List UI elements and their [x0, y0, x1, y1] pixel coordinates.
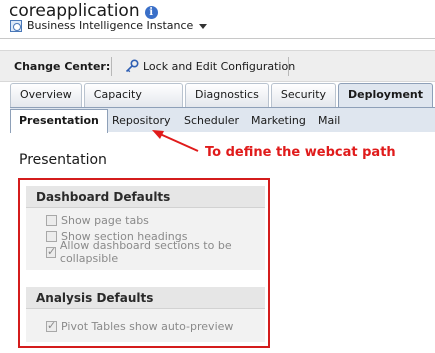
show-page-tabs-checkbox[interactable]: [46, 214, 57, 226]
annotation-text: To define the webcat path: [205, 145, 396, 160]
subtab-repository[interactable]: Repository: [112, 114, 171, 127]
option-show-page-tabs: Show page tabs: [46, 212, 265, 228]
change-center-bar: Change Center: Lock and Edit Configurati…: [0, 50, 435, 82]
lock-and-edit-link[interactable]: Lock and Edit Configuration: [143, 60, 295, 73]
tab-deployment[interactable]: Deployment: [338, 83, 433, 108]
instance-selector[interactable]: Business Intelligence Instance: [10, 19, 208, 32]
tab-diagnostics[interactable]: Diagnostics: [185, 83, 269, 107]
chevron-down-icon[interactable]: [199, 24, 208, 29]
show-page-tabs-label: Show page tabs: [61, 213, 149, 227]
app-title: coreapplication i: [9, 1, 158, 21]
toolbar-divider: [111, 57, 112, 76]
toolbar-divider: [288, 57, 289, 76]
collapsible-sections-checkbox[interactable]: [46, 245, 56, 258]
main-tabs: Overview Capacity Management Diagnostics…: [10, 83, 435, 123]
page-title: Presentation: [19, 152, 107, 168]
key-icon: [125, 59, 139, 73]
subtab-presentation[interactable]: Presentation: [10, 109, 108, 133]
sub-tabs: Presentation Repository Scheduler Market…: [10, 107, 435, 133]
dashboard-defaults-panel: Dashboard Defaults Show page tabs Show s…: [26, 186, 265, 270]
pivot-auto-preview-checkbox[interactable]: [46, 319, 57, 332]
tab-overview[interactable]: Overview: [10, 83, 82, 107]
dashboard-defaults-title: Dashboard Defaults: [26, 186, 265, 208]
change-center-label: Change Center:: [14, 60, 111, 73]
tab-security[interactable]: Security: [270, 83, 337, 107]
subtab-scheduler[interactable]: Scheduler: [184, 114, 239, 127]
instance-label: Business Intelligence Instance: [27, 19, 194, 32]
option-collapsible-sections: Allow dashboard sections to be collapsib…: [46, 239, 265, 265]
info-icon[interactable]: i: [144, 6, 158, 19]
option-pivot-auto-preview: Pivot Tables show auto-preview: [46, 318, 265, 334]
analysis-defaults-title: Analysis Defaults: [26, 287, 265, 309]
subtab-marketing[interactable]: Marketing: [251, 114, 306, 127]
app-title-text: coreapplication: [9, 1, 140, 21]
subtab-mail[interactable]: Mail: [318, 114, 340, 127]
show-section-headings-checkbox[interactable]: [46, 230, 57, 242]
instance-icon: [10, 19, 22, 32]
tab-capacity-management[interactable]: Capacity Management: [83, 83, 183, 123]
pivot-auto-preview-label: Pivot Tables show auto-preview: [61, 319, 234, 333]
collapsible-sections-label: Allow dashboard sections to be collapsib…: [59, 239, 232, 265]
analysis-defaults-panel: Analysis Defaults Pivot Tables show auto…: [26, 287, 265, 342]
header-divider: [0, 38, 435, 39]
